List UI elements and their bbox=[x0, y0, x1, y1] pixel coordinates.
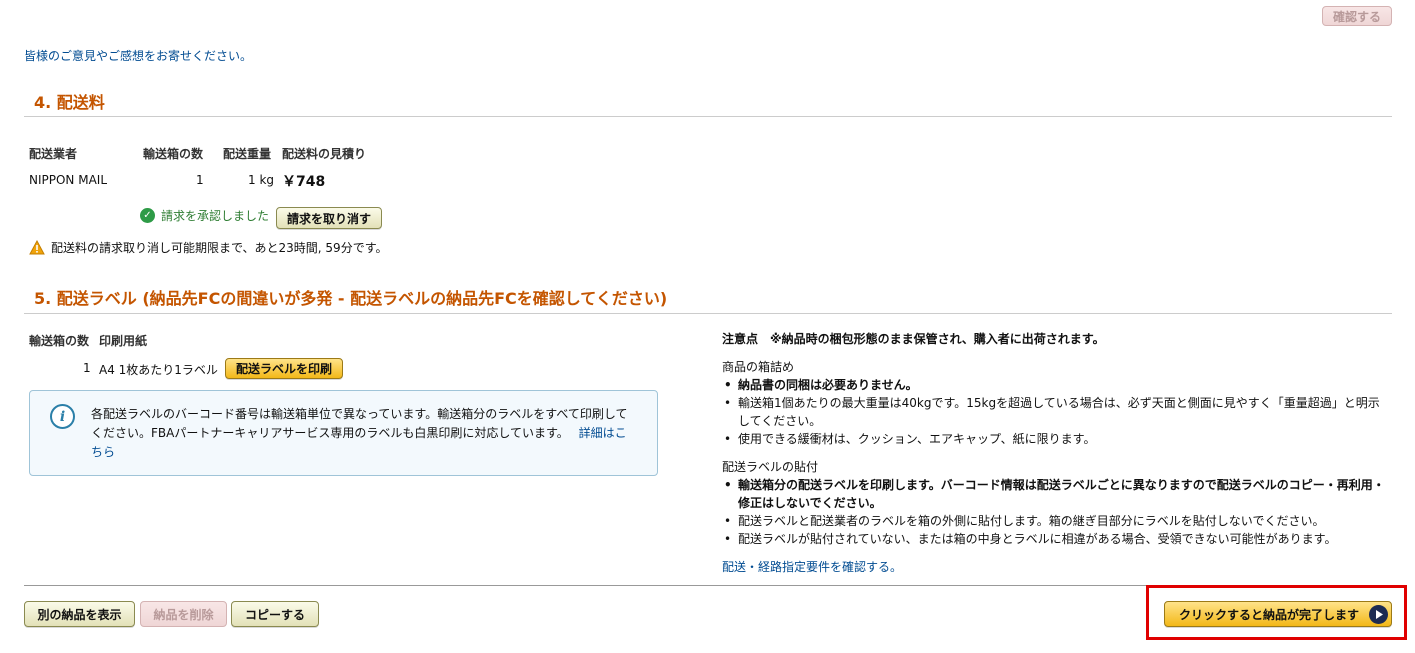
header-estimate: 配送料の見積り bbox=[282, 147, 367, 161]
highlight-box bbox=[1146, 585, 1407, 640]
copy-button[interactable]: コピーする bbox=[231, 601, 319, 627]
carrier-value: NIPPON MAIL bbox=[29, 173, 108, 187]
cancel-charge-button[interactable]: 請求を取り消す bbox=[276, 207, 382, 229]
accepted-text: 請求を承認しました bbox=[161, 209, 270, 223]
info-box: i 各配送ラベルのバーコード番号は輸送箱単位で異なっています。輸送箱分のラベルを… bbox=[29, 390, 658, 476]
label-list: 輸送箱分の配送ラベルを印刷します。バーコード情報は配送ラベルごとに異なりますので… bbox=[722, 476, 1390, 548]
info-text-block: 各配送ラベルのバーコード番号は輸送箱単位で異なっています。輸送箱分のラベルをすべ… bbox=[91, 405, 636, 462]
estimate-value: ￥748 bbox=[282, 174, 326, 190]
header-label-box-count: 輸送箱の数 bbox=[29, 334, 90, 348]
feedback-link[interactable]: 皆様のご意見やご感想をお寄せください。 bbox=[24, 47, 252, 64]
box-count-value: 1 bbox=[196, 173, 204, 187]
list-item: 配送ラベルと配送業者のラベルを箱の外側に貼付します。箱の継ぎ目部分にラベルを貼付… bbox=[722, 512, 1390, 530]
label-title: 配送ラベルの貼付 bbox=[722, 460, 819, 474]
list-item: 使用できる緩衝材は、クッション、エアキャップ、紙に限ります。 bbox=[722, 430, 1390, 448]
print-label-button[interactable]: 配送ラベルを印刷 bbox=[225, 358, 343, 379]
section-shipping-label-title: 5. 配送ラベル (納品先FCの間違いが多発 - 配送ラベルの納品先FCを確認し… bbox=[34, 289, 668, 308]
label-box-count-value: 1 bbox=[83, 361, 91, 375]
packing-list: 納品書の同梱は必要ありません。 輸送箱1個あたりの最大重量は40kgです。15k… bbox=[722, 376, 1390, 448]
list-item: 輸送箱1個あたりの最大重量は40kgです。15kgを超過している場合は、必ず天面… bbox=[722, 394, 1390, 430]
check-circle-icon: ✓ bbox=[140, 208, 155, 223]
warning-icon bbox=[29, 240, 45, 255]
list-item: 輸送箱分の配送ラベルを印刷します。バーコード情報は配送ラベルごとに異なりますので… bbox=[722, 476, 1390, 512]
requirements-link[interactable]: 配送・経路指定要件を確認する。 bbox=[722, 560, 902, 574]
warning-text: 配送料の請求取り消し可能期限まで、あと23時間, 59分です。 bbox=[51, 241, 388, 255]
info-text: 各配送ラベルのバーコード番号は輸送箱単位で異なっています。輸送箱分のラベルをすべ… bbox=[91, 407, 628, 440]
notes-heading: 注意点 ※納品時の梱包形態のまま保管され、購入者に出荷されます。 bbox=[722, 332, 1105, 346]
accepted-status: ✓ 請求を承認しました bbox=[140, 207, 269, 224]
warning-message: 配送料の請求取り消し可能期限まで、あと23時間, 59分です。 bbox=[29, 239, 388, 256]
notes-panel: 注意点 ※納品時の梱包形態のまま保管され、購入者に出荷されます。 商品の箱詰め … bbox=[722, 330, 1390, 576]
delete-shipment-button[interactable]: 納品を削除 bbox=[140, 601, 227, 627]
section-shipping-fee-title: 4. 配送料 bbox=[34, 93, 105, 112]
header-carrier: 配送業者 bbox=[29, 147, 78, 161]
packing-title: 商品の箱詰め bbox=[722, 360, 795, 374]
divider bbox=[24, 116, 1392, 117]
list-item: 配送ラベルが貼付されていない、または箱の中身とラベルに相違がある場合、受領できな… bbox=[722, 530, 1390, 548]
info-icon: i bbox=[50, 404, 75, 429]
header-paper: 印刷用紙 bbox=[99, 334, 148, 348]
divider bbox=[24, 313, 1392, 314]
paper-value: A4 1枚あたり1ラベル bbox=[99, 363, 218, 377]
show-other-shipment-button[interactable]: 別の納品を表示 bbox=[24, 601, 135, 627]
header-box-count: 輸送箱の数 bbox=[143, 147, 204, 161]
header-weight: 配送重量 bbox=[223, 147, 272, 161]
weight-value: 1 kg bbox=[248, 173, 275, 187]
confirm-button[interactable]: 確認する bbox=[1322, 6, 1392, 26]
list-item: 納品書の同梱は必要ありません。 bbox=[722, 376, 1390, 394]
